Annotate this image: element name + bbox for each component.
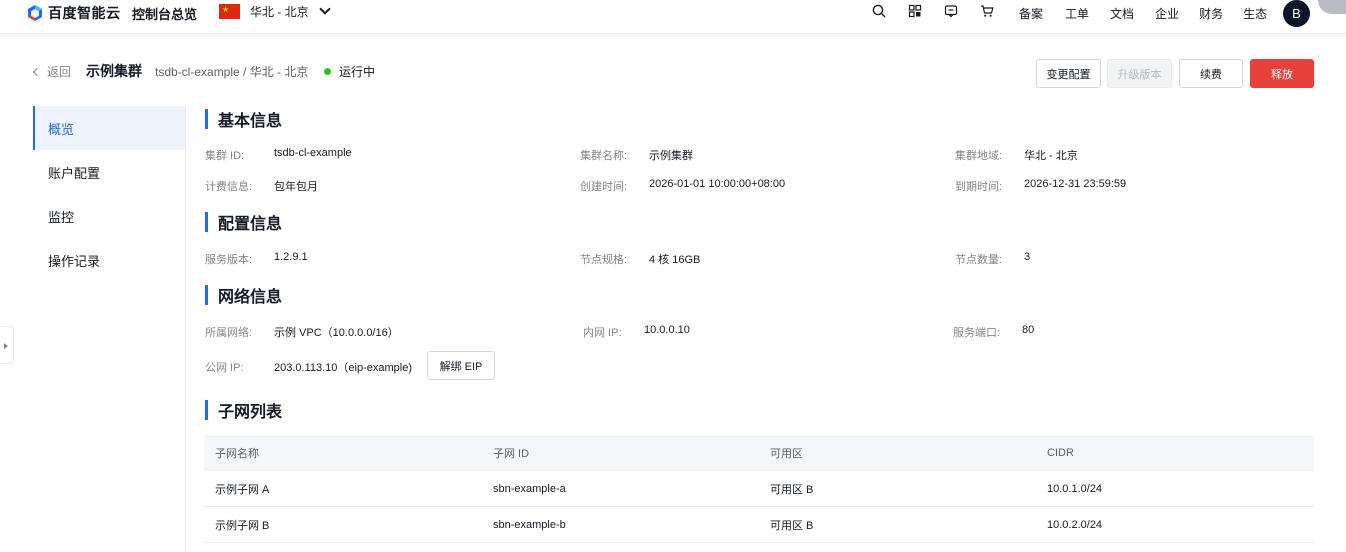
column-header: CIDR — [1047, 447, 1074, 459]
field-cluster-name: 集群名称: 示例集群 — [580, 150, 693, 162]
china-flag-icon: ★ — [219, 4, 240, 19]
sidebar-menu: 概览 账户配置 监控 操作记录 — [33, 106, 186, 552]
field-service-port: 服务端口: 80 — [953, 324, 1035, 339]
chevron-down-icon — [319, 3, 331, 15]
field-billing: 计费信息: 包年包月 — [205, 181, 318, 193]
change-config-button[interactable]: 变更配置 — [1036, 59, 1101, 88]
nav-link-filing[interactable]: 备案 — [1019, 5, 1043, 22]
console-overview-link[interactable]: 控制台总览 — [132, 4, 197, 23]
brand-logo[interactable]: 百度智能云 — [26, 3, 121, 23]
brand-name: 百度智能云 — [48, 5, 121, 21]
column-header: 子网名称 — [215, 448, 259, 460]
section-title-network: 网络信息 — [205, 283, 282, 307]
subnet-name-cell: 示例子网 A — [215, 483, 270, 496]
detail-page: 返回 示例集群 tsdb-cl-example / 华北 - 北京 运行中 变更… — [0, 36, 1346, 552]
field-node-count: 节点数量: 3 — [955, 251, 1031, 266]
zone-cell: 可用区 B — [770, 519, 814, 532]
table-row: 示例子网 A sbn-example-a 可用区 B 10.0.1.0/24 — [204, 471, 1314, 507]
top-nav-bar: 百度智能云 控制台总览 ★ 华北 - 北京 备案 工单 文档 企业 财务 生态 … — [0, 0, 1346, 34]
nav-link-enterprise[interactable]: 企业 — [1155, 5, 1179, 22]
status-dot-icon — [324, 68, 331, 75]
field-created-time: 创建时间: 2026-01-01 10:00:00+08:00 — [580, 178, 786, 193]
nav-link-finance[interactable]: 财务 — [1199, 5, 1223, 22]
status-badge: 运行中 — [324, 63, 375, 80]
page-subtitle: tsdb-cl-example / 华北 - 北京 — [155, 65, 309, 79]
subnet-id-cell: sbn-example-b — [493, 518, 566, 531]
zone-cell: 可用区 B — [770, 483, 814, 496]
sidebar-item-monitor[interactable]: 监控 — [33, 194, 185, 238]
apps-grid-icon[interactable] — [908, 4, 922, 18]
section-title-subnets: 子网列表 — [205, 398, 282, 422]
field-cluster-id: 集群 ID: tsdb-cl-example — [205, 147, 352, 162]
sidebar-item-overview[interactable]: 概览 — [33, 106, 185, 150]
unbind-eip-button[interactable]: 解绑 EIP — [427, 351, 495, 380]
release-button[interactable]: 释放 — [1250, 59, 1314, 88]
table-row: 示例子网 B sbn-example-b 可用区 B 10.0.2.0/24 — [204, 507, 1314, 543]
sidebar-item-operation-log[interactable]: 操作记录 — [33, 238, 185, 282]
back-link[interactable]: 返回 — [32, 63, 72, 80]
sidebar-item-account-config[interactable]: 账户配置 — [33, 150, 185, 194]
region-label: 华北 - 北京 — [250, 5, 309, 19]
cidr-cell: 10.0.2.0/24 — [1047, 518, 1103, 531]
renew-button[interactable]: 续费 — [1179, 59, 1243, 88]
nav-link-ecosystem[interactable]: 生态 — [1243, 5, 1267, 22]
status-text: 运行中 — [339, 65, 376, 79]
subnet-table: 子网名称 子网 ID 可用区 CIDR 示例子网 A sbn-example-a… — [204, 435, 1314, 543]
subnet-id-cell: sbn-example-a — [493, 482, 566, 495]
search-icon[interactable] — [872, 4, 886, 18]
corner-tab[interactable] — [1318, 0, 1346, 14]
section-title-config: 配置信息 — [205, 210, 282, 234]
field-expire-time: 到期时间: 2026-12-31 23:59:59 — [955, 178, 1127, 193]
user-avatar[interactable]: B — [1283, 0, 1310, 27]
table-header: 子网名称 子网 ID 可用区 CIDR — [204, 435, 1314, 471]
column-header: 可用区 — [770, 448, 803, 460]
chevron-left-icon — [32, 67, 42, 76]
section-title-basic: 基本信息 — [205, 107, 282, 131]
back-label: 返回 — [47, 65, 72, 79]
cidr-cell: 10.0.1.0/24 — [1047, 482, 1103, 495]
field-vpc: 所属网络: 示例 VPC（10.0.0.0/16） — [205, 327, 399, 339]
page-title: 示例集群 — [86, 63, 142, 79]
message-icon[interactable] — [944, 4, 958, 18]
field-cluster-region: 集群地域: 华北 - 北京 — [955, 150, 1078, 162]
cloud-logo-icon — [26, 4, 44, 22]
field-node-spec: 节点规格: 4 核 16GB — [580, 254, 701, 266]
upgrade-version-button[interactable]: 升级版本 — [1107, 59, 1172, 88]
field-inner-ip: 内网 IP: 10.0.0.10 — [583, 324, 690, 339]
field-public-ip: 公网 IP: 203.0.113.10（eip-example) — [205, 362, 412, 374]
column-header: 子网 ID — [493, 448, 530, 460]
field-service-version: 服务版本: 1.2.9.1 — [205, 251, 308, 266]
cart-icon[interactable] — [980, 4, 994, 18]
region-selector[interactable]: ★ 华北 - 北京 — [219, 3, 331, 20]
nav-link-ticket[interactable]: 工单 — [1065, 5, 1089, 22]
subnet-name-cell: 示例子网 B — [215, 519, 270, 532]
nav-link-docs[interactable]: 文档 — [1110, 5, 1134, 22]
sidebar-collapse-toggle[interactable] — [0, 326, 14, 364]
